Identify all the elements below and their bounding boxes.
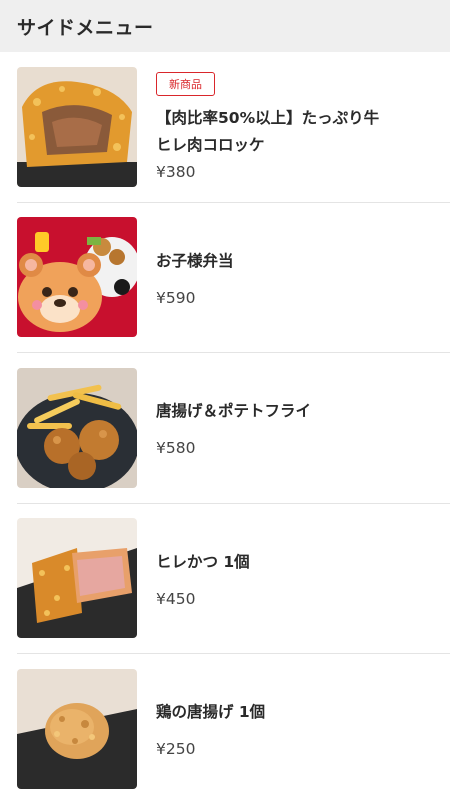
item-price: ¥450 (156, 589, 196, 608)
page-header: サイドメニュー (0, 0, 450, 52)
menu-item-karaage-fries[interactable]: 唐揚げ＆ポテトフライ ¥580 (17, 353, 450, 504)
menu-list: 新商品 【肉比率50%以上】たっぷり牛 ヒレ肉コロッケ ¥380 お子様弁当 ¥… (0, 52, 450, 800)
item-name-line1: 【肉比率50%以上】たっぷり牛 (156, 109, 380, 128)
new-item-badge: 新商品 (156, 72, 215, 97)
kids-bento-image (17, 217, 137, 338)
hirekatsu-image (17, 518, 137, 639)
menu-item-hirekatsu[interactable]: ヒレかつ 1個 ¥450 (17, 504, 450, 654)
page-title: サイドメニュー (17, 16, 154, 39)
item-name: お子様弁当 (156, 251, 234, 270)
croquette-image (17, 66, 137, 187)
item-price: ¥380 (156, 163, 196, 182)
item-name: ヒレかつ 1個 (156, 552, 250, 571)
item-name: 鶏の唐揚げ 1個 (156, 703, 266, 722)
chicken-karaage-image (17, 668, 137, 789)
item-name: 唐揚げ＆ポテトフライ (156, 402, 312, 421)
item-name-line2: ヒレ肉コロッケ (156, 136, 265, 155)
item-price: ¥250 (156, 740, 196, 759)
menu-item-kids-bento[interactable]: お子様弁当 ¥590 (17, 203, 450, 353)
menu-item-croquette[interactable]: 新商品 【肉比率50%以上】たっぷり牛 ヒレ肉コロッケ ¥380 (17, 52, 450, 203)
menu-item-chicken-karaage[interactable]: 鶏の唐揚げ 1個 ¥250 (17, 654, 450, 800)
item-price: ¥580 (156, 439, 196, 458)
item-price: ¥590 (156, 288, 196, 307)
karaage-fries-image (17, 367, 137, 488)
